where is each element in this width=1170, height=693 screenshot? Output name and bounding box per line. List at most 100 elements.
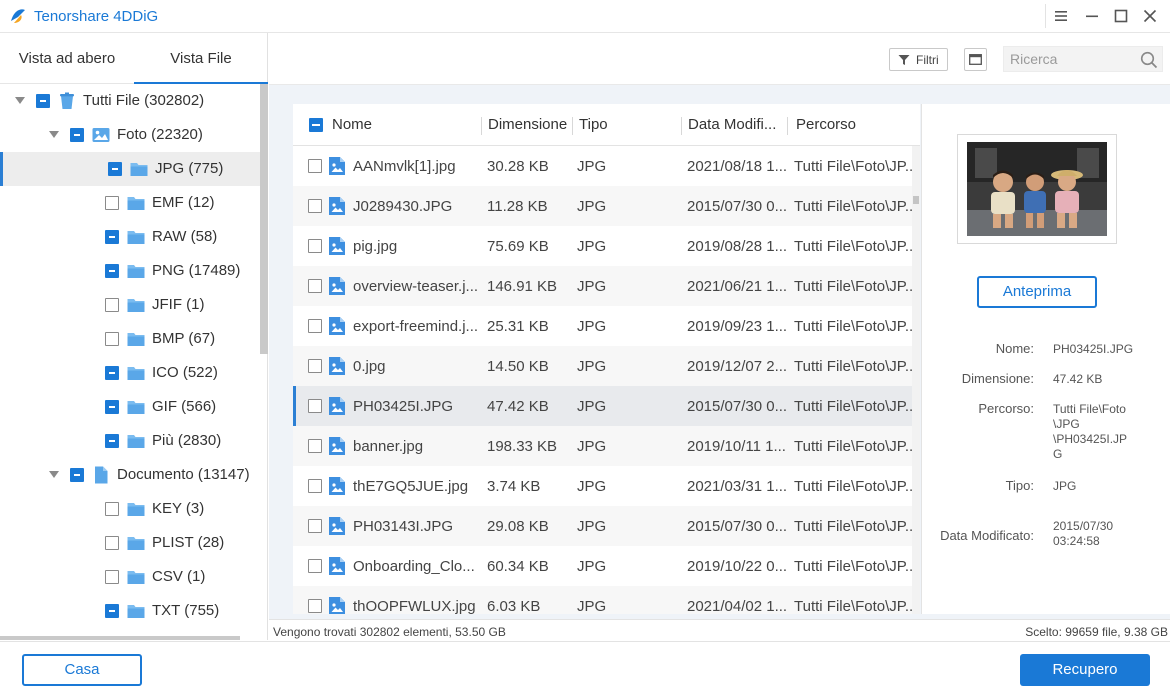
home-button[interactable]: Casa (22, 654, 142, 686)
tree-item-checkbox[interactable] (105, 536, 119, 550)
minimize-icon[interactable] (1082, 6, 1102, 26)
table-row[interactable]: Onboarding_Clo... 60.34 KB JPG 2019/10/22 0… (293, 546, 912, 586)
cell-size: 30.28 KB (487, 158, 549, 175)
table-row[interactable]: PH03143I.JPG 29.08 KB JPG 2015/07/30 0... Tu… (293, 506, 912, 546)
column-divider[interactable] (787, 117, 788, 135)
tree-item[interactable]: CSV (1) (0, 560, 260, 594)
meta-label-type: Tipo: (1005, 478, 1034, 493)
tree-item-checkbox[interactable] (105, 196, 119, 210)
maximize-icon[interactable] (1111, 6, 1131, 26)
preview-toggle-button[interactable] (964, 48, 987, 71)
row-checkbox[interactable] (308, 319, 322, 333)
column-divider[interactable] (572, 117, 573, 135)
row-checkbox[interactable] (308, 399, 322, 413)
tree-item-checkbox[interactable] (105, 502, 119, 516)
tree-item[interactable]: PNG (17489) (0, 254, 260, 288)
tree-item-checkbox[interactable] (70, 128, 84, 142)
row-checkbox[interactable] (308, 439, 322, 453)
close-icon[interactable] (1140, 6, 1160, 26)
row-checkbox[interactable] (308, 159, 322, 173)
column-divider[interactable] (481, 117, 482, 135)
expand-caret-icon[interactable] (49, 471, 59, 478)
search-icon[interactable] (1140, 51, 1158, 69)
tree-scrollbar[interactable] (260, 84, 268, 354)
row-checkbox[interactable] (308, 599, 322, 613)
image-file-icon (328, 596, 346, 614)
tree-horizontal-scrollbar[interactable] (0, 636, 240, 640)
table-row[interactable]: AANmvlk[1].jpg 30.28 KB JPG 2021/08/18 1...… (293, 146, 912, 186)
tree-item[interactable]: Foto (22320) (0, 118, 260, 152)
filter-button[interactable]: Filtri (889, 48, 948, 71)
tab-file-view[interactable]: Vista File (134, 33, 268, 84)
tab-tree-view[interactable]: Vista ad abero (0, 33, 134, 84)
tree-item[interactable]: JFIF (1) (0, 288, 260, 322)
row-checkbox[interactable] (308, 199, 322, 213)
row-checkbox[interactable] (308, 479, 322, 493)
folder-icon (126, 601, 146, 621)
tree-item[interactable]: Documento (13147) (0, 458, 260, 492)
expand-caret-icon[interactable] (15, 97, 25, 104)
cell-path: Tutti File\Foto\JP... (794, 518, 912, 535)
table-row[interactable]: banner.jpg 198.33 KB JPG 2019/10/11 1... Tut… (293, 426, 912, 466)
row-checkbox[interactable] (308, 239, 322, 253)
meta-value-date: 2015/07/30 03:24:58 (1053, 519, 1114, 548)
tree-item-label: RAW (58) (152, 228, 218, 245)
table-row[interactable]: thOOPFWLUX.jpg 6.03 KB JPG 2021/04/02 1... T… (293, 586, 912, 614)
tree-item-checkbox[interactable] (105, 230, 119, 244)
column-header-type[interactable]: Tipo (579, 116, 608, 133)
tree-item-checkbox[interactable] (105, 366, 119, 380)
table-row[interactable]: overview-teaser.j... 146.91 KB JPG 2021/06/… (293, 266, 912, 306)
column-header-name[interactable]: Nome (332, 116, 372, 133)
tree-item-checkbox[interactable] (70, 468, 84, 482)
tree-item-checkbox[interactable] (108, 162, 122, 176)
column-header-size[interactable]: Dimensione (488, 116, 567, 133)
tree-item-checkbox[interactable] (36, 94, 50, 108)
select-all-checkbox[interactable] (309, 118, 323, 132)
table-header: Nome Dimensione Tipo Data Modifi... Perc… (293, 104, 920, 146)
tree-item-label: EMF (12) (152, 194, 215, 211)
tree-item-label: KEY (3) (152, 500, 205, 517)
column-header-date[interactable]: Data Modifi... (688, 116, 776, 133)
tree-item-checkbox[interactable] (105, 400, 119, 414)
search-input[interactable] (1010, 49, 1130, 69)
tree-item[interactable]: ICO (522) (0, 356, 260, 390)
tree-item[interactable]: TXT (755) (0, 594, 260, 628)
table-row[interactable]: pig.jpg 75.69 KB JPG 2019/08/28 1... Tutti F… (293, 226, 912, 266)
table-scrollbar[interactable] (912, 146, 920, 614)
tree-item-checkbox[interactable] (105, 264, 119, 278)
table-row[interactable]: 0.jpg 14.50 KB JPG 2019/12/07 2... Tutti Fil… (293, 346, 912, 386)
table-row[interactable]: thE7GQ5JUE.jpg 3.74 KB JPG 2021/03/31 1... T… (293, 466, 912, 506)
tree-item[interactable]: Più (2830) (0, 424, 260, 458)
table-row[interactable]: PH03425I.JPG 47.42 KB JPG 2015/07/30 0... Tu… (293, 386, 912, 426)
table-scrollbar-thumb[interactable] (913, 196, 919, 204)
tree-item[interactable]: KEY (3) (0, 492, 260, 526)
cell-path: Tutti File\Foto\JP... (794, 158, 912, 175)
tree-item-checkbox[interactable] (105, 434, 119, 448)
column-divider[interactable] (681, 117, 682, 135)
tree-item-checkbox[interactable] (105, 570, 119, 584)
row-checkbox[interactable] (308, 519, 322, 533)
table-row[interactable]: export-freemind.j... 25.31 KB JPG 2019/09/2… (293, 306, 912, 346)
column-header-path[interactable]: Percorso (796, 116, 856, 133)
tree-item-checkbox[interactable] (105, 298, 119, 312)
tree-item[interactable]: EMF (12) (0, 186, 260, 220)
table-row[interactable]: J0289430.JPG 11.28 KB JPG 2015/07/30 0... Tu… (293, 186, 912, 226)
tree-item[interactable]: BMP (67) (0, 322, 260, 356)
preview-button[interactable]: Anteprima (977, 276, 1097, 308)
row-checkbox[interactable] (308, 359, 322, 373)
cell-size: 146.91 KB (487, 278, 558, 295)
tree-item[interactable]: Tutti File (302802) (0, 84, 260, 118)
row-checkbox[interactable] (308, 559, 322, 573)
tree-item-checkbox[interactable] (105, 332, 119, 346)
row-checkbox[interactable] (308, 279, 322, 293)
content-area: Nome Dimensione Tipo Data Modifi... Perc… (269, 85, 1170, 619)
recover-button[interactable]: Recupero (1020, 654, 1150, 686)
tree-item[interactable]: JPG (775) (0, 152, 260, 186)
tree-item[interactable]: RAW (58) (0, 220, 260, 254)
folder-icon (129, 159, 149, 179)
tree-item[interactable]: GIF (566) (0, 390, 260, 424)
expand-caret-icon[interactable] (49, 131, 59, 138)
tree-item[interactable]: PLIST (28) (0, 526, 260, 560)
menu-icon[interactable] (1051, 6, 1071, 26)
tree-item-checkbox[interactable] (105, 604, 119, 618)
